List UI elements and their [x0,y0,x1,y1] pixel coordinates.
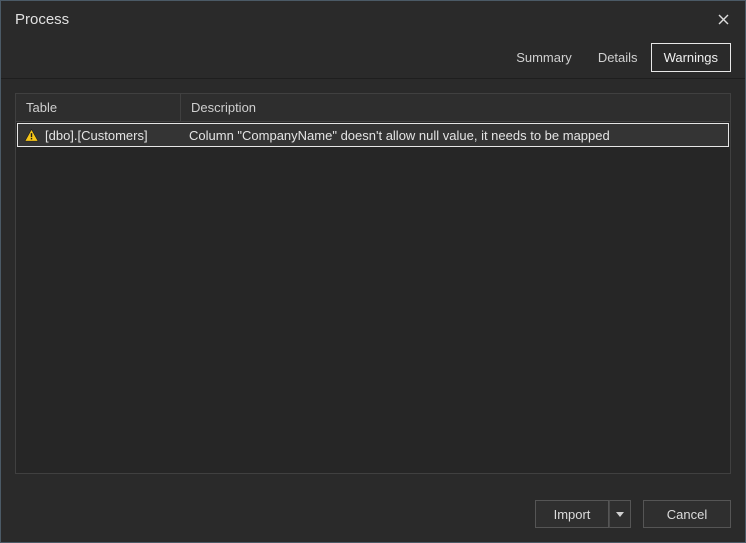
warning-icon [24,128,39,143]
cell-description: Column "CompanyName" doesn't allow null … [183,125,728,146]
close-icon [718,14,729,25]
window-title: Process [15,11,711,28]
cell-table-text: [dbo].[Customers] [45,128,148,143]
warnings-grid: Table Description [dbo].[Customers] Colu… [15,93,731,474]
content-area: Table Description [dbo].[Customers] Colu… [1,79,745,488]
import-split-button: Import [535,500,631,528]
process-dialog: Process Summary Details Warnings Table D… [0,0,746,543]
tab-warnings[interactable]: Warnings [651,43,731,72]
cancel-button[interactable]: Cancel [643,500,731,528]
chevron-down-icon [616,512,624,517]
dialog-footer: Import Cancel [1,488,745,542]
title-bar: Process [1,1,745,37]
tab-details[interactable]: Details [585,43,651,72]
tab-bar: Summary Details Warnings [1,37,745,79]
grid-header: Table Description [16,94,730,122]
cell-table: [dbo].[Customers] [18,125,183,146]
close-button[interactable] [711,7,735,31]
cell-description-text: Column "CompanyName" doesn't allow null … [189,128,610,143]
column-header-description[interactable]: Description [181,94,730,121]
import-button[interactable]: Import [535,500,609,528]
tab-summary[interactable]: Summary [503,43,585,72]
import-dropdown-button[interactable] [609,500,631,528]
table-row[interactable]: [dbo].[Customers] Column "CompanyName" d… [17,123,729,147]
grid-body: [dbo].[Customers] Column "CompanyName" d… [16,122,730,473]
column-header-table[interactable]: Table [16,94,181,121]
